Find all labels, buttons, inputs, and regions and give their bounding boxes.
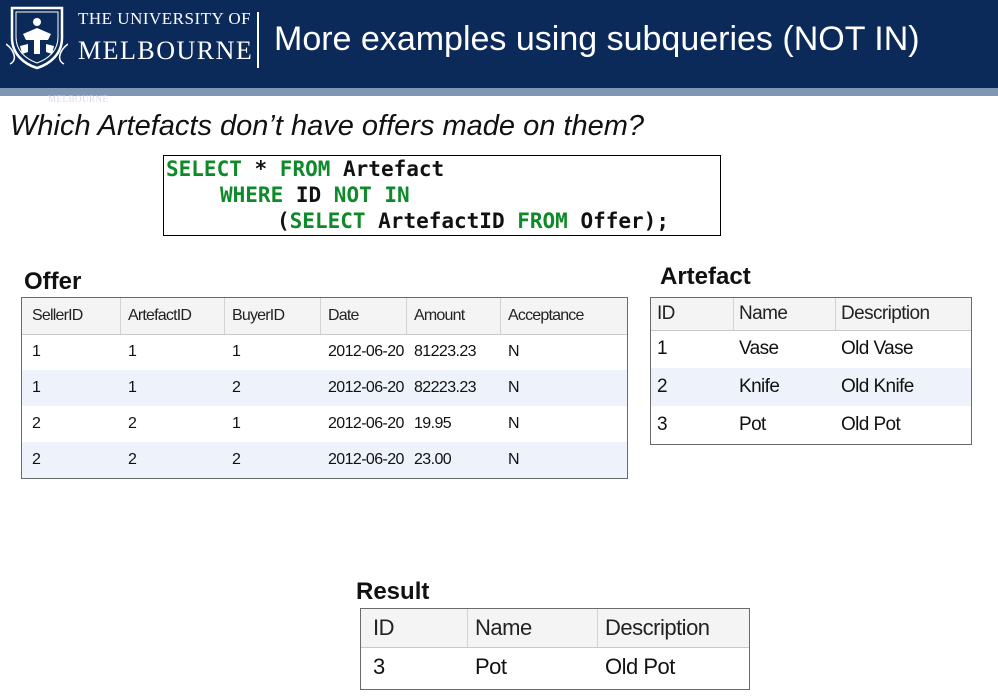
- sql-text: (: [277, 209, 290, 233]
- sql-keyword: NOT IN: [333, 183, 410, 207]
- result-table-cell: Old Pot: [605, 654, 675, 679]
- result-header-row: ID Name Description: [361, 609, 749, 648]
- offer-table-cell: 82223.23: [414, 379, 477, 396]
- artefact-table: ID Name Description 1 Vase Old Vase 2 Knife Old …: [650, 297, 972, 445]
- artefact-table-row[interactable]: 2 Knife Old Knife: [651, 368, 971, 406]
- artefact-column-header[interactable]: ID: [657, 298, 675, 330]
- sql-code-box: SELECT * FROM Artefact WHERE ID NOT IN (…: [163, 155, 721, 236]
- result-column-header[interactable]: Description: [605, 609, 710, 647]
- offer-table-cell: 2: [32, 415, 41, 432]
- sql-line-3: (SELECT ArtefactID FROM Offer);: [277, 209, 669, 233]
- offer-column-separator: [320, 298, 321, 334]
- result-table-caption: Result: [356, 578, 430, 605]
- offer-column-header[interactable]: Amount: [414, 298, 465, 334]
- offer-table-row[interactable]: 2 2 2 2012-06-20 23.00 N: [22, 442, 627, 478]
- artefact-table-cell: 2: [657, 376, 668, 397]
- artefact-table-cell: Old Knife: [841, 376, 914, 397]
- offer-table-cell: 2012-06-20: [328, 343, 404, 360]
- artefact-column-header[interactable]: Name: [739, 298, 788, 330]
- result-column-separator: [597, 609, 598, 647]
- artefact-table-cell: 1: [657, 338, 668, 359]
- artefact-table-cell: Pot: [739, 414, 766, 435]
- result-column-separator: [467, 609, 468, 647]
- sql-line-1: SELECT * FROM Artefact: [166, 157, 444, 181]
- offer-table-cell: 2012-06-20: [328, 415, 404, 432]
- result-table: ID Name Description 3 Pot Old Pot: [360, 608, 750, 690]
- offer-table-cell: N: [508, 379, 520, 396]
- offer-table-cell: 1: [32, 343, 41, 360]
- artefact-column-separator: [733, 298, 734, 330]
- offer-column-header[interactable]: Acceptance: [508, 298, 584, 334]
- artefact-table-cell: Old Pot: [841, 414, 901, 435]
- artefact-table-cell: 3: [657, 414, 668, 435]
- offer-column-header[interactable]: Date: [328, 298, 359, 334]
- offer-header-row: SellerID ArtefactID BuyerID Date Amount Accep…: [22, 298, 627, 335]
- university-name-line1: THE UNIVERSITY OF: [78, 9, 252, 28]
- offer-table-cell: 2012-06-20: [328, 451, 404, 468]
- sql-keyword: WHERE: [220, 183, 284, 207]
- artefact-header-row: ID Name Description: [651, 298, 971, 331]
- offer-table-cell: 1: [128, 343, 137, 360]
- sql-text: *: [241, 157, 280, 181]
- offer-table-cell: 1: [32, 379, 41, 396]
- offer-table-cell: 1: [128, 379, 137, 396]
- offer-table-row[interactable]: 1 1 2 2012-06-20 82223.23 N: [22, 370, 627, 406]
- offer-table-row[interactable]: 1 1 1 2012-06-20 81223.23 N: [22, 334, 627, 370]
- offer-table-cell: 2: [232, 379, 241, 396]
- offer-table-cell: 19.95: [414, 415, 452, 432]
- artefact-table-cell: Vase: [739, 338, 779, 359]
- artefact-table-caption: Artefact: [660, 263, 751, 290]
- offer-table-cell: 2: [232, 451, 241, 468]
- header-divider: [257, 12, 259, 68]
- question-text: Which Artefacts don’t have offers made o…: [10, 110, 645, 142]
- offer-table-cell: 2012-06-20: [328, 379, 404, 396]
- offer-table-cell: 2: [32, 451, 41, 468]
- offer-column-separator: [224, 298, 225, 334]
- artefact-table-row[interactable]: 3 Pot Old Pot: [651, 406, 971, 444]
- offer-column-header[interactable]: ArtefactID: [128, 298, 192, 334]
- offer-table-cell: N: [508, 451, 520, 468]
- sql-text: ID: [283, 183, 334, 207]
- offer-table-cell: N: [508, 415, 520, 432]
- offer-table-cell: 1: [232, 343, 241, 360]
- sql-keyword: FROM: [517, 209, 568, 233]
- university-crest-icon: [6, 6, 68, 70]
- sql-keyword: FROM: [279, 157, 331, 181]
- offer-table-cell: 81223.23: [414, 343, 477, 360]
- slide-title: More examples using subqueries (NOT IN): [274, 20, 920, 58]
- offer-column-separator: [120, 298, 121, 334]
- sql-text: Artefact: [330, 157, 445, 181]
- offer-table-cell: 1: [232, 415, 241, 432]
- offer-table-caption: Offer: [24, 268, 82, 295]
- result-column-header[interactable]: Name: [475, 609, 532, 647]
- sql-text: Offer);: [567, 209, 669, 233]
- sql-line-2: WHERE ID NOT IN: [220, 183, 410, 207]
- offer-table-cell: 2: [128, 451, 137, 468]
- result-table-cell: Pot: [475, 654, 507, 679]
- artefact-column-header[interactable]: Description: [841, 298, 930, 330]
- offer-column-header[interactable]: BuyerID: [232, 298, 285, 334]
- result-table-cell: 3: [373, 654, 385, 679]
- offer-table-cell: 2: [128, 415, 137, 432]
- offer-table-cell: N: [508, 343, 520, 360]
- offer-table-cell: 23.00: [414, 451, 452, 468]
- offer-column-separator: [500, 298, 501, 334]
- offer-column-separator: [406, 298, 407, 334]
- offer-table-row[interactable]: 2 2 1 2012-06-20 19.95 N: [22, 406, 627, 442]
- result-column-header[interactable]: ID: [373, 609, 395, 647]
- result-table-row[interactable]: 3 Pot Old Pot: [361, 647, 749, 687]
- sql-keyword: SELECT: [289, 209, 366, 233]
- offer-column-header[interactable]: SellerID: [32, 298, 83, 334]
- artefact-column-separator: [835, 298, 836, 330]
- ghost-watermark-text: MELBOURNE: [48, 94, 109, 104]
- artefact-table-row[interactable]: 1 Vase Old Vase: [651, 330, 971, 368]
- sql-text: ArtefactID: [365, 209, 518, 233]
- header-stripe: [0, 88, 998, 96]
- slide-header: THE UNIVERSITY OF MELBOURNE More example…: [0, 0, 998, 88]
- sql-keyword: SELECT: [166, 157, 242, 181]
- artefact-table-cell: Old Vase: [841, 338, 914, 359]
- artefact-table-cell: Knife: [739, 376, 780, 397]
- university-name-line2: MELBOURNE: [78, 36, 254, 65]
- offer-table: SellerID ArtefactID BuyerID Date Amount Accep…: [21, 297, 628, 479]
